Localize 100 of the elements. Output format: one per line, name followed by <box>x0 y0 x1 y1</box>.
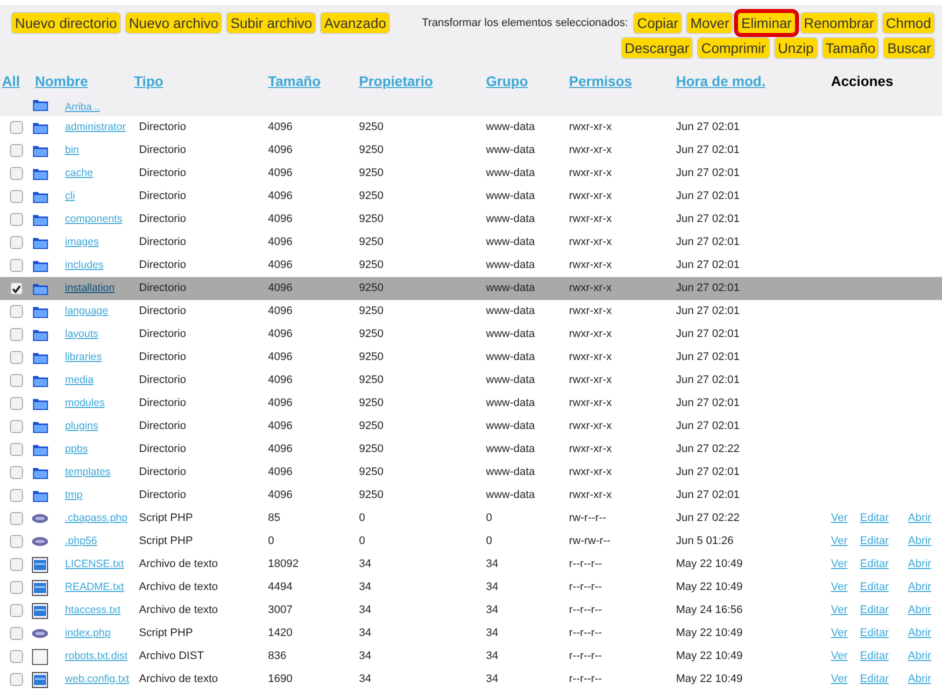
action-link[interactable]: Abrir <box>908 625 932 642</box>
checkbox[interactable] <box>10 282 23 295</box>
checkbox[interactable] <box>10 512 23 525</box>
file-name-link[interactable]: cache <box>65 166 94 182</box>
action-link[interactable]: Editar <box>860 648 889 665</box>
checkbox[interactable] <box>10 627 23 640</box>
file-name-link[interactable]: images <box>65 234 99 250</box>
action-link[interactable]: Editar <box>860 671 889 688</box>
file-name-link[interactable]: ppbs <box>65 442 88 458</box>
file-name-link[interactable]: plugins <box>65 418 98 434</box>
checkbox[interactable] <box>10 190 23 203</box>
file-name-link[interactable]: language <box>65 304 108 320</box>
file-name-link[interactable]: templates <box>65 464 111 480</box>
checkbox[interactable] <box>10 466 23 479</box>
action-link[interactable]: Ver <box>831 648 848 665</box>
file-row[interactable]: installation Directorio 4096 9250 www-data rwxr-xr-x Jun 27 02:01 <box>0 277 942 300</box>
file-name-link[interactable]: index.php <box>65 626 111 642</box>
column-header-link[interactable]: All <box>2 70 20 92</box>
action-link[interactable]: Editar <box>860 510 889 527</box>
file-name-link[interactable]: installation <box>65 280 115 296</box>
file-name-link[interactable]: layouts <box>65 326 98 342</box>
checkbox[interactable] <box>10 397 23 410</box>
file-name-link[interactable]: administrator <box>65 120 126 136</box>
checkbox[interactable] <box>10 650 23 663</box>
file-name-link[interactable]: modules <box>65 396 105 412</box>
toolbar-button[interactable]: Chmod <box>882 12 935 34</box>
checkbox[interactable] <box>10 581 23 594</box>
action-link[interactable]: Editar <box>860 625 889 642</box>
action-link[interactable]: Ver <box>831 533 848 550</box>
action-link[interactable]: Abrir <box>908 510 932 527</box>
column-header-link[interactable]: Grupo <box>486 70 528 92</box>
toolbar-button[interactable]: Nuevo archivo <box>124 12 222 34</box>
checkbox[interactable] <box>10 328 23 341</box>
file-name-link[interactable]: tmp <box>65 488 83 504</box>
toolbar-button[interactable]: Mover <box>686 12 734 34</box>
action-link[interactable]: Abrir <box>908 579 932 596</box>
checkbox[interactable] <box>10 443 23 456</box>
action-link[interactable]: Ver <box>831 510 848 527</box>
toolbar-button[interactable]: Copiar <box>633 12 682 34</box>
file-name-link[interactable]: .php56 <box>65 534 98 550</box>
action-link[interactable]: Ver <box>831 625 848 642</box>
file-name-link[interactable]: bin <box>65 142 80 158</box>
toolbar-button[interactable]: Unzip <box>774 37 818 59</box>
action-link[interactable]: Ver <box>831 556 848 573</box>
action-link[interactable]: Editar <box>860 556 889 573</box>
file-name-link[interactable]: htaccess.txt <box>65 602 120 618</box>
action-link[interactable]: Abrir <box>908 556 932 573</box>
action-link[interactable]: Ver <box>831 671 848 688</box>
file-name-link[interactable]: README.txt <box>65 580 124 596</box>
toolbar-button[interactable]: Subir archivo <box>226 12 316 34</box>
action-link[interactable]: Ver <box>831 579 848 596</box>
toolbar-button[interactable]: Buscar <box>883 37 935 59</box>
toolbar-button[interactable]: Avanzado <box>320 12 390 34</box>
action-link[interactable]: Ver <box>831 602 848 619</box>
action-link[interactable]: Abrir <box>908 602 932 619</box>
file-name-link[interactable]: robots.txt.dist <box>65 648 128 664</box>
column-header-link[interactable]: Tipo <box>134 70 164 92</box>
toolbar-button[interactable]: Renombrar <box>800 12 878 34</box>
file-name-link[interactable]: media <box>65 372 94 388</box>
action-link[interactable]: Editar <box>860 579 889 596</box>
file-name-link[interactable]: libraries <box>65 350 102 366</box>
action-link[interactable]: Abrir <box>908 533 932 550</box>
checkbox[interactable] <box>10 673 23 686</box>
checkbox[interactable] <box>10 558 23 571</box>
file-name-link[interactable]: includes <box>65 258 104 274</box>
action-link[interactable]: Editar <box>860 533 889 550</box>
checkbox[interactable] <box>10 374 23 387</box>
checkbox[interactable] <box>10 121 23 134</box>
column-header-link[interactable]: Permisos <box>569 70 632 92</box>
parent-directory-link[interactable]: Arriba .. <box>65 100 139 115</box>
file-name-link[interactable]: components <box>65 212 122 228</box>
file-name-link[interactable]: web.config.txt <box>65 672 130 688</box>
checkbox[interactable] <box>10 420 23 433</box>
file-name-link[interactable]: .cbapass.php <box>65 510 128 526</box>
toolbar-button[interactable]: Nuevo directorio <box>11 12 121 34</box>
toolbar-button[interactable]: Comprimir <box>697 37 770 59</box>
column-header-link[interactable]: Nombre <box>35 70 88 92</box>
column-header-link[interactable]: Hora de mod. <box>676 70 766 92</box>
toolbar-button[interactable]: Tamaño <box>822 37 880 59</box>
checkbox[interactable] <box>10 213 23 226</box>
column-header-link[interactable]: Tamaño <box>268 70 321 92</box>
action-link[interactable]: Abrir <box>908 671 932 688</box>
checkbox[interactable] <box>10 351 23 364</box>
checkbox[interactable] <box>10 144 23 157</box>
php-icon <box>32 629 48 638</box>
file-name-link[interactable]: LICENSE.txt <box>65 556 124 572</box>
toolbar-button[interactable]: Descargar <box>620 37 694 59</box>
checkbox[interactable] <box>10 236 23 249</box>
action-link[interactable]: Editar <box>860 602 889 619</box>
checkbox[interactable] <box>10 167 23 180</box>
checkbox[interactable] <box>10 604 23 617</box>
checkbox[interactable] <box>10 305 23 318</box>
checkbox[interactable] <box>10 489 23 502</box>
checkbox[interactable] <box>10 535 23 548</box>
file-name-link[interactable]: cli <box>65 188 75 204</box>
checkbox[interactable] <box>10 259 23 272</box>
action-link[interactable]: Abrir <box>908 648 932 665</box>
column-header-link[interactable]: Propietario <box>359 70 433 92</box>
toolbar-button[interactable]: Eliminar <box>737 12 796 34</box>
table-cell-text: www-data <box>486 212 535 228</box>
